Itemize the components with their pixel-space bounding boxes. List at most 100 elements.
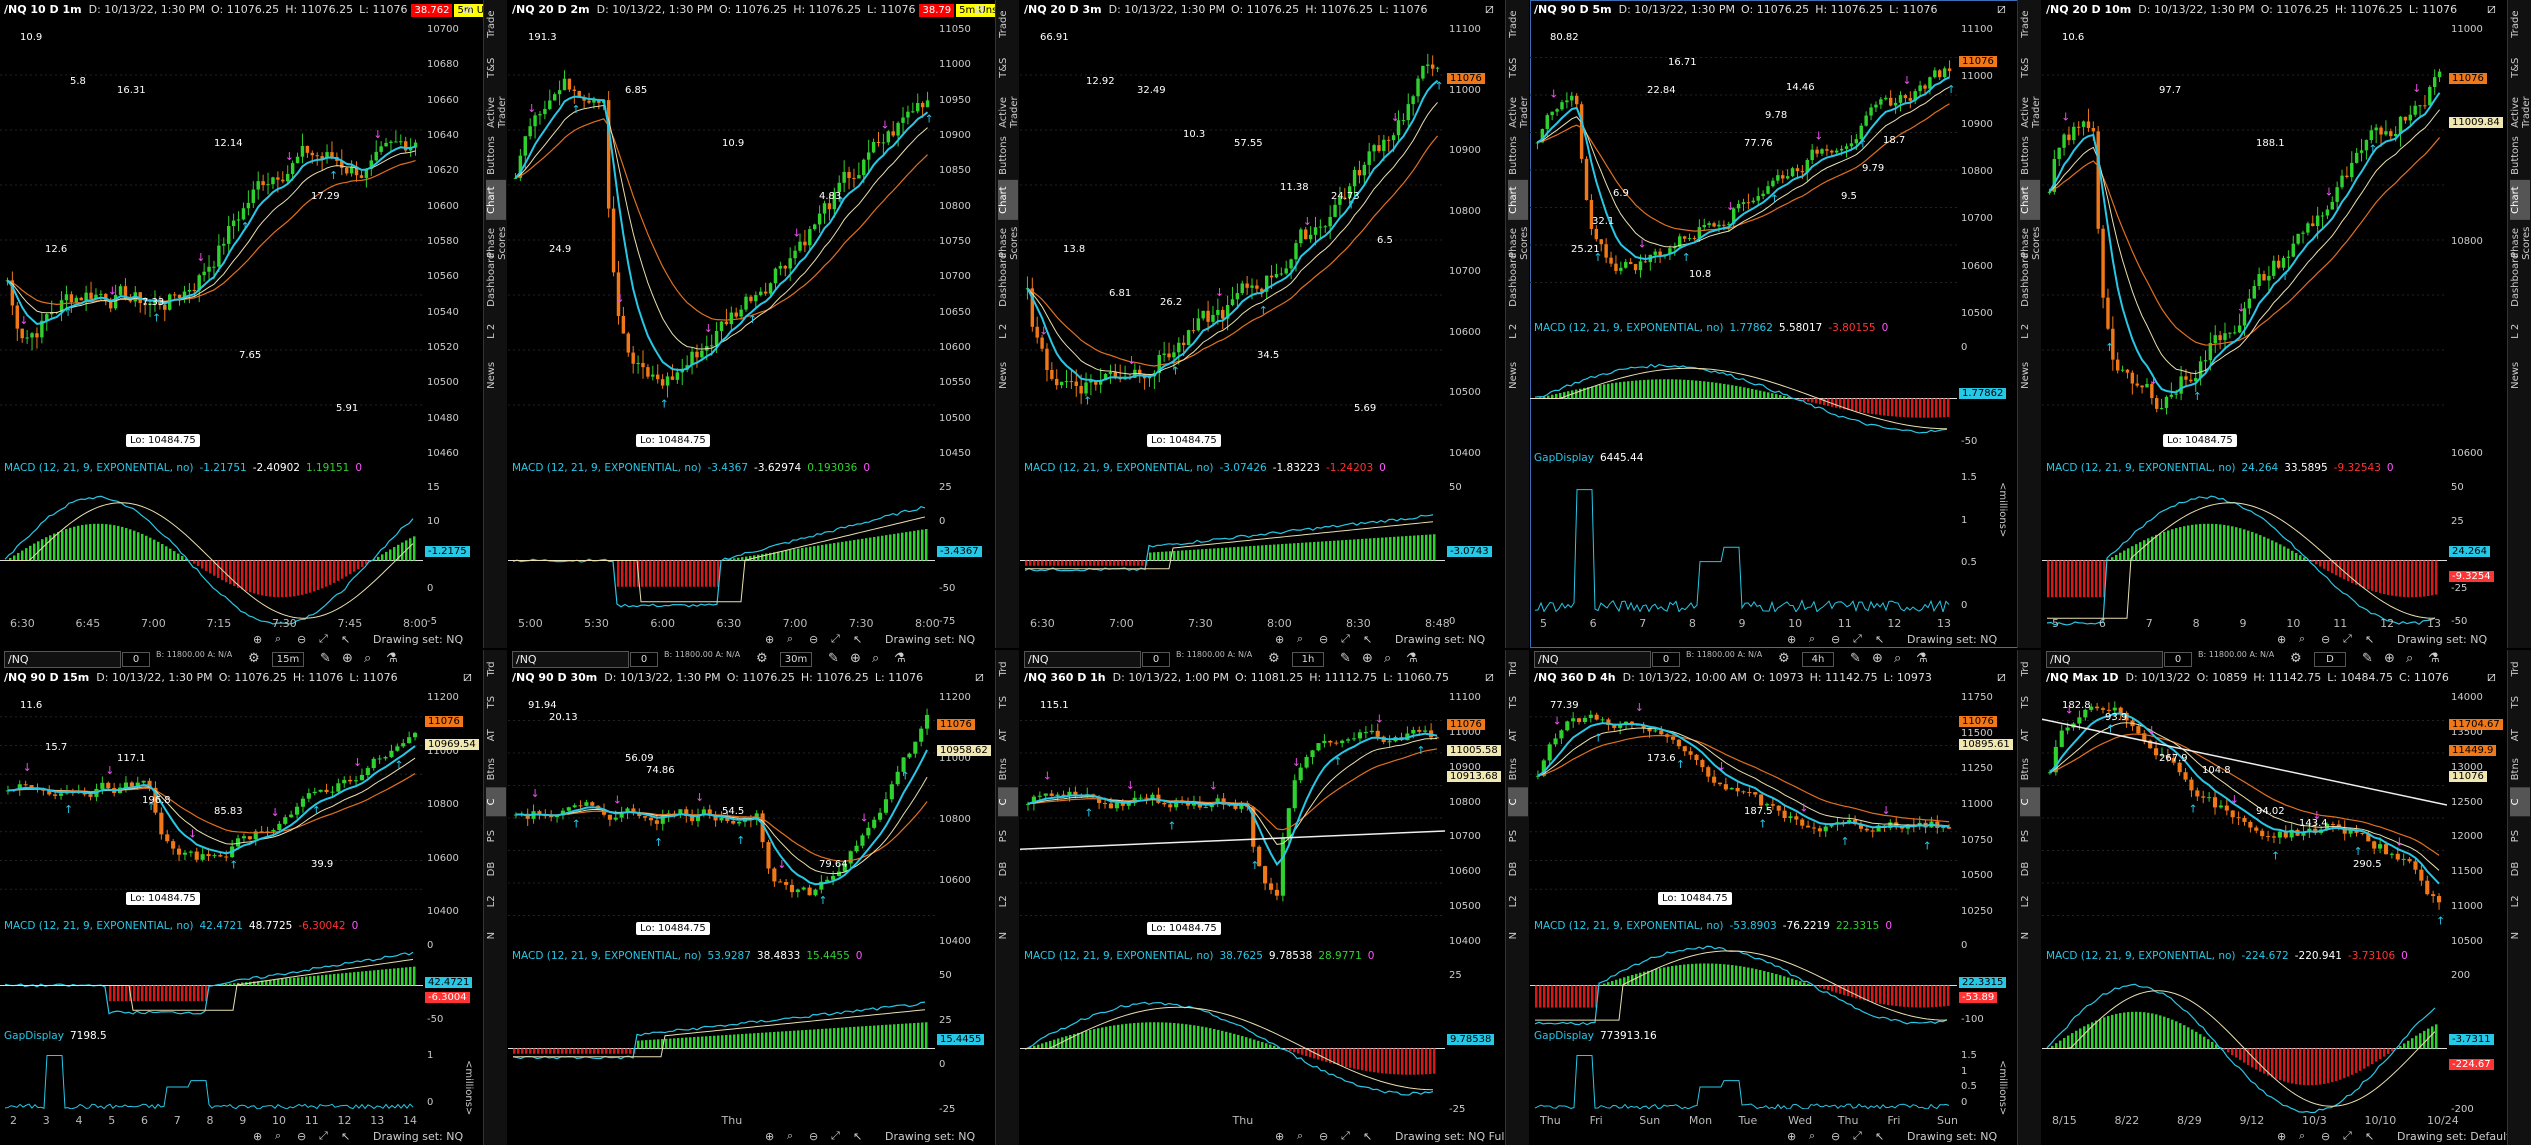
chart-panel-b5[interactable]: /NQ 0 B: 11800.00 A: N/A ⚙ D ✎ ⊕ ⌕ ⚗/NQ Max 1D D:… — [2042, 650, 2531, 1145]
fit-icon[interactable]: ⤢ — [831, 632, 840, 646]
side-nav-tab-t-s[interactable]: T&S — [2020, 48, 2040, 88]
pointer-icon[interactable]: ↖ — [2365, 1130, 2374, 1143]
draw-tool-icon[interactable]: ✎ — [828, 651, 839, 666]
side-nav-tab-t-s[interactable]: T&S — [998, 48, 1018, 88]
macd-chart[interactable] — [1020, 966, 1445, 1116]
gear-icon[interactable]: ⚙ — [2290, 651, 2302, 666]
side-nav-tab-n[interactable]: N — [2510, 921, 2530, 950]
side-nav-tab-news[interactable]: News — [998, 355, 1018, 395]
drawing-set-label[interactable]: Drawing set: NQ — [1395, 633, 1485, 646]
zoom-out-icon[interactable]: ⊖ — [297, 1130, 306, 1143]
macd-chart[interactable] — [0, 936, 423, 1026]
side-nav-tab-buttons[interactable]: Buttons — [1508, 136, 1528, 176]
side-nav-tab-buttons[interactable]: Buttons — [998, 136, 1018, 176]
side-nav-tab-chart[interactable]: Chart — [2510, 179, 2530, 220]
pointer-icon[interactable]: ↖ — [1875, 1130, 1884, 1143]
side-nav-tab-btns[interactable]: Btns — [2510, 754, 2530, 783]
side-nav-tab-n[interactable]: N — [2020, 921, 2040, 950]
timeframe-selector[interactable]: 30m — [780, 652, 812, 667]
pointer-icon[interactable]: ↖ — [2365, 633, 2374, 646]
studies-icon[interactable]: ⚗ — [386, 651, 398, 666]
studies-icon[interactable]: ⚗ — [2428, 651, 2440, 666]
zoom-out-icon[interactable]: ⊖ — [1319, 1130, 1328, 1143]
zoom-in-icon[interactable]: ⌕ — [1297, 632, 1303, 646]
zoom-in-icon[interactable]: ⌕ — [787, 632, 793, 646]
crosshair-icon[interactable]: ⊕ — [342, 651, 353, 666]
side-nav-tab-db[interactable]: DB — [486, 854, 506, 883]
drawing-set-label[interactable]: Drawing set: NQ — [373, 1130, 463, 1143]
maximize-icon[interactable]: ⧄ — [975, 1, 984, 17]
drawing-set-label[interactable]: Drawing set: NQ — [1907, 1130, 1997, 1143]
fit-icon[interactable]: ⤢ — [2343, 1129, 2352, 1143]
crosshair-icon[interactable]: ⊕ — [253, 633, 262, 646]
maximize-icon[interactable]: ⧄ — [1485, 669, 1494, 685]
crosshair-icon[interactable]: ⊕ — [1362, 651, 1373, 666]
drawing-set-label[interactable]: Drawing set: NQ Full — [1395, 1130, 1507, 1143]
maximize-icon[interactable]: ⧄ — [975, 669, 984, 685]
macd-chart[interactable] — [1530, 338, 1957, 448]
price-chart[interactable]: ↓↑↓↑↓↑↓↑↓↑66.9132.4957.5524.7313.826.234… — [1020, 20, 1445, 460]
zoom-out-icon[interactable]: ⊖ — [809, 633, 818, 646]
price-chart[interactable]: ↓↑↓↑ ↓↑↓↑↓↑77.39173.6187.5 — [1530, 688, 1957, 918]
studies-icon[interactable]: ⚗ — [894, 651, 906, 666]
side-nav-tab-at[interactable]: AT — [2510, 721, 2530, 750]
chart-panel-b2[interactable]: /NQ 0 B: 11800.00 A: N/A ⚙ 30m ✎ ⊕ ⌕ ⚗/NQ 90 D 3… — [508, 650, 1019, 1145]
link-group-button[interactable]: 0 — [630, 652, 658, 667]
side-nav-tab-trd[interactable]: Trd — [486, 654, 506, 683]
symbol-input[interactable]: /NQ — [4, 651, 121, 668]
side-nav-tab-ts[interactable]: TS — [2510, 687, 2530, 716]
side-nav-tab-trade[interactable]: Trade — [1508, 4, 1528, 44]
zoom-out-icon[interactable]: ⊖ — [297, 633, 306, 646]
side-nav-tab-l-2[interactable]: L 2 — [1508, 311, 1528, 351]
side-nav-tab-c[interactable]: C — [1508, 787, 1528, 817]
price-chart[interactable]: ↓↑↓↑↓↑↓↑↓↑80.8222.8477.769.525.2116.719.… — [1530, 20, 1957, 320]
crosshair-icon[interactable]: ⊕ — [2277, 1130, 2286, 1143]
draw-tool-icon[interactable]: ✎ — [320, 651, 331, 666]
side-nav-tab-dashboard[interactable]: Dashboard — [998, 253, 1018, 307]
side-nav-tab-news[interactable]: News — [2510, 355, 2530, 395]
zoom-out-icon[interactable]: ⊖ — [2321, 633, 2330, 646]
side-nav-tab-btns[interactable]: Btns — [486, 754, 506, 783]
side-nav-tab-news[interactable]: News — [486, 355, 506, 395]
draw-tool-icon[interactable]: ✎ — [2362, 651, 2373, 666]
fit-icon[interactable]: ⤢ — [1341, 1129, 1350, 1143]
side-nav-tab-db[interactable]: DB — [998, 854, 1018, 883]
zoom-in-icon[interactable]: ⌕ — [787, 1129, 793, 1143]
side-nav-tab-l-2[interactable]: L 2 — [486, 311, 506, 351]
zoom-icon[interactable]: ⌕ — [1894, 651, 1901, 666]
side-nav-tab-ps[interactable]: PS — [1508, 821, 1528, 850]
fit-icon[interactable]: ⤢ — [1853, 632, 1862, 646]
side-nav-tab-c[interactable]: C — [2510, 787, 2530, 817]
drawing-set-label[interactable]: Drawing set: NQ — [2397, 633, 2487, 646]
link-group-button[interactable]: 0 — [122, 652, 150, 667]
fit-icon[interactable]: ⤢ — [319, 1129, 328, 1143]
chart-panel-b4[interactable]: /NQ 0 B: 11800.00 A: N/A ⚙ 4h ✎ ⊕ ⌕ ⚗/NQ 360 D 4… — [1530, 650, 2041, 1145]
side-nav-tab-trade[interactable]: Trade — [2020, 4, 2040, 44]
side-nav-tab-t-s[interactable]: T&S — [1508, 48, 1528, 88]
fit-icon[interactable]: ⤢ — [1853, 1129, 1862, 1143]
side-nav-tab-l-2[interactable]: L 2 — [2020, 311, 2040, 351]
studies-icon[interactable]: ⚗ — [1406, 651, 1418, 666]
side-nav-tab-active-trader[interactable]: Active Trader — [2510, 92, 2531, 132]
zoom-in-icon[interactable]: ⌕ — [275, 1129, 281, 1143]
timeframe-selector[interactable]: 1h — [1292, 652, 1324, 667]
side-nav-tab-db[interactable]: DB — [2020, 854, 2040, 883]
chart-panel-p3[interactable]: /NQ 20 D 3m D: 10/13/22, 1:30 PM O: 11076.… — [1020, 0, 1529, 648]
crosshair-icon[interactable]: ⊕ — [850, 651, 861, 666]
side-nav-tab-n[interactable]: N — [998, 921, 1018, 950]
drawing-set-label[interactable]: Drawing set: NQ — [1907, 633, 1997, 646]
side-nav-tab-news[interactable]: News — [1508, 355, 1528, 395]
pointer-icon[interactable]: ↖ — [853, 1130, 862, 1143]
chart-panel-b1[interactable]: /NQ 0 B: 11800.00 A: N/A ⚙ 15m ✎ ⊕ ⌕ ⚗/NQ 90 D 1… — [0, 650, 507, 1145]
price-chart[interactable]: ↓↑↓↑↓↑↓ ↑↓↑115.1 — [1020, 688, 1445, 948]
side-nav-tab-active-trader[interactable]: Active Trader — [1508, 92, 1529, 132]
side-nav-tab-ts[interactable]: TS — [998, 687, 1018, 716]
side-nav-tab-ts[interactable]: TS — [2020, 687, 2040, 716]
price-chart[interactable]: ↓↑↓↑↓↑↓↑↓↑91.9456.0954.579.6420.1374.86 — [508, 688, 935, 948]
side-nav-tab-ps[interactable]: PS — [486, 821, 506, 850]
gear-icon[interactable]: ⚙ — [1778, 651, 1790, 666]
side-nav-tab-trade[interactable]: Trade — [486, 4, 506, 44]
side-nav-tab-l-2[interactable]: L 2 — [998, 311, 1018, 351]
macd-chart[interactable] — [1530, 936, 1957, 1026]
maximize-icon[interactable]: ⧄ — [2487, 1, 2496, 17]
